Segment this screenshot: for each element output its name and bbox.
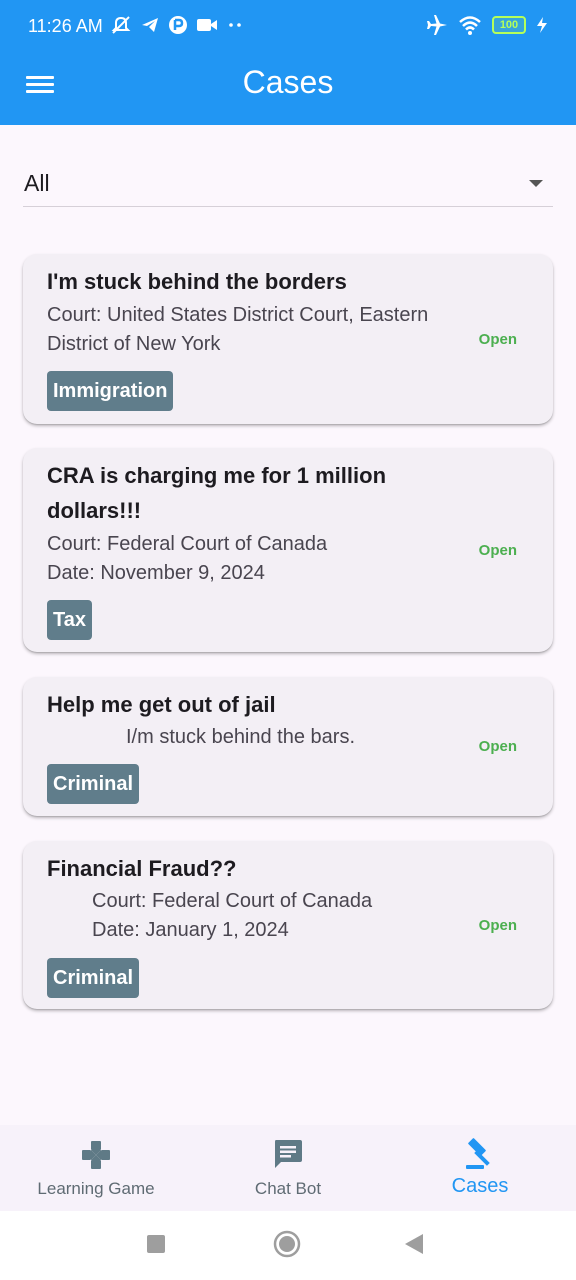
case-category-tag: Criminal xyxy=(47,958,140,998)
case-category-tag: Immigration xyxy=(47,371,174,411)
case-card[interactable]: Financial Fraud?? Court: Federal Court o… xyxy=(23,841,553,1009)
case-court: Court: Federal Court of Canada xyxy=(47,533,328,555)
mute-icon xyxy=(111,16,131,34)
dropdown-arrow-icon xyxy=(529,180,543,187)
case-title: I'm stuck behind the borders xyxy=(47,269,347,294)
nav-label: Chat Bot xyxy=(254,1179,322,1198)
case-description: I/m stuck behind the bars. xyxy=(126,726,356,748)
more-icon xyxy=(229,23,241,27)
nav-item-chat-bot[interactable]: Chat Bot xyxy=(192,1125,384,1211)
status-bar: 11:26 AM 100 xyxy=(0,0,576,52)
case-court: Court: Federal Court of Canada xyxy=(92,890,373,912)
back-icon[interactable] xyxy=(405,1234,423,1254)
system-navigation-bar xyxy=(0,1211,576,1280)
case-status: Open xyxy=(478,738,517,755)
case-date: Date: January 1, 2024 xyxy=(92,919,289,941)
case-filter-dropdown[interactable]: All xyxy=(23,160,553,207)
nav-label: Cases xyxy=(451,1175,509,1197)
filter-value: All xyxy=(24,170,50,196)
case-title: Help me get out of jail xyxy=(47,692,276,717)
case-card[interactable]: Help me get out of jail I/m stuck behind… xyxy=(23,677,553,816)
case-status: Open xyxy=(478,542,517,559)
status-time: 11:26 AM xyxy=(28,16,103,36)
home-icon[interactable] xyxy=(273,1230,301,1258)
gavel-icon xyxy=(466,1138,490,1169)
case-category-tag: Criminal xyxy=(47,764,140,804)
recents-icon[interactable] xyxy=(147,1235,165,1253)
airplane-icon xyxy=(427,15,447,35)
nav-label: Learning Game xyxy=(37,1179,155,1198)
case-title: CRA is charging me for 1 million dollars… xyxy=(47,463,387,523)
notification-icons xyxy=(110,14,244,36)
page-title: Cases xyxy=(242,64,334,100)
case-card[interactable]: CRA is charging me for 1 million dollars… xyxy=(23,448,553,652)
nav-item-learning-game[interactable]: Learning Game xyxy=(0,1125,192,1211)
chat-icon xyxy=(275,1140,302,1168)
case-status: Open xyxy=(478,917,517,934)
case-court-cont: District of New York xyxy=(47,333,221,355)
battery-icon: 100 xyxy=(492,16,526,34)
case-date: Date: November 9, 2024 xyxy=(47,562,265,584)
case-category-tag: Tax xyxy=(47,600,92,640)
case-court: Court: United States District Court, Eas… xyxy=(47,304,429,326)
case-title: Financial Fraud?? xyxy=(47,856,237,881)
video-icon xyxy=(197,19,217,31)
case-card[interactable]: I'm stuck behind the borders Court: Unit… xyxy=(23,254,553,424)
nav-item-cases[interactable]: Cases xyxy=(384,1125,576,1211)
app-bar: Cases xyxy=(0,52,576,125)
system-icons: 100 xyxy=(426,14,548,36)
app-icon xyxy=(169,16,187,34)
charging-icon xyxy=(537,17,547,33)
case-status: Open xyxy=(478,331,517,348)
gamepad-icon xyxy=(82,1141,110,1169)
bottom-navigation: Learning Game Chat Bot Cases xyxy=(0,1125,576,1211)
telegram-icon xyxy=(142,18,158,32)
wifi-icon xyxy=(459,16,481,35)
